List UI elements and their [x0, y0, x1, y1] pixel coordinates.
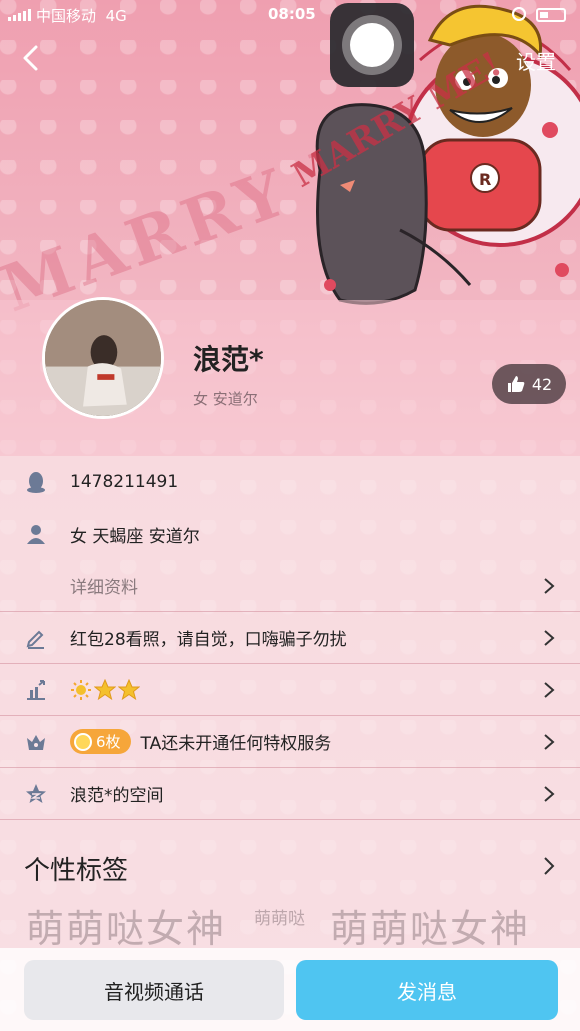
carrier-label: 中国移动 4G: [36, 7, 127, 25]
settings-button[interactable]: 设置: [516, 46, 556, 75]
chevron-right-icon: [544, 734, 555, 750]
qzone-star-icon: [26, 784, 46, 803]
basic-info-row: 女 天蝎座 安道尔: [0, 508, 580, 560]
profile-info-list: 1478211491 女 天蝎座 安道尔 详细资料 红包28看照，请自觉，口嗨骗…: [0, 456, 580, 820]
chevron-right-icon: [544, 786, 555, 802]
send-message-button[interactable]: 发消息: [296, 960, 558, 1020]
battery-icon: [536, 8, 566, 22]
level-chart-icon: [27, 680, 45, 700]
qzone-label: 浪范*的空间: [70, 786, 164, 806]
tag-item: 萌萌哒: [254, 909, 305, 929]
tag-item: 萌萌哒女神: [330, 907, 531, 951]
privilege-row[interactable]: 6枚 TA还未开通任何特权服务: [0, 716, 580, 768]
chevron-right-icon[interactable]: [542, 856, 556, 876]
thumbs-up-icon: [507, 376, 525, 392]
qzone-row[interactable]: 浪范*的空间: [0, 768, 580, 820]
chevron-right-icon: [544, 578, 555, 594]
level-badges: [70, 678, 140, 701]
privilege-text: TA还未开通任何特权服务: [140, 734, 332, 754]
star-icon: [94, 678, 116, 700]
penguin-icon: [27, 472, 45, 493]
av-call-button[interactable]: 音视频通话: [24, 960, 284, 1020]
avatar[interactable]: [42, 297, 164, 419]
like-count: 42: [531, 374, 553, 394]
details-link[interactable]: 详细资料: [70, 573, 138, 598]
svg-text:R: R: [479, 170, 491, 189]
qq-number: 1478211491: [70, 472, 179, 492]
back-button[interactable]: [18, 44, 46, 72]
alarm-icon: [512, 7, 526, 21]
profile-subinfo: 女 安道尔: [193, 390, 258, 408]
profile-nickname: 浪范*: [193, 343, 264, 376]
signature-text: 红包28看照，请自觉，口嗨骗子勿扰: [70, 630, 347, 650]
basic-info: 女 天蝎座 安道尔: [70, 526, 200, 547]
medal-badge: 6枚: [70, 729, 131, 754]
tag-item: 萌萌哒女神: [26, 907, 227, 951]
signal-icon: [8, 9, 31, 21]
like-button[interactable]: 42: [492, 364, 566, 404]
level-row[interactable]: [0, 664, 580, 716]
crown-icon: [27, 735, 45, 750]
clock: 08:05: [268, 5, 316, 23]
medal-icon: [74, 732, 92, 751]
personal-tags-title: 个性标签: [24, 856, 129, 886]
privilege-info: 6枚 TA还未开通任何特权服务: [70, 729, 331, 754]
signature-row[interactable]: 红包28看照，请自觉，口嗨骗子勿扰: [0, 612, 580, 664]
chevron-right-icon: [544, 630, 555, 646]
sun-icon: [71, 679, 91, 700]
star-icon: [118, 678, 140, 700]
pencil-icon: [26, 630, 44, 649]
status-bar: 中国移动 4G 08:05: [0, 0, 580, 30]
person-icon: [27, 525, 45, 544]
qq-number-row: 1478211491: [0, 456, 580, 508]
chevron-right-icon: [544, 682, 555, 698]
assistive-touch-button[interactable]: [330, 3, 414, 87]
details-row[interactable]: 详细资料: [0, 560, 580, 612]
